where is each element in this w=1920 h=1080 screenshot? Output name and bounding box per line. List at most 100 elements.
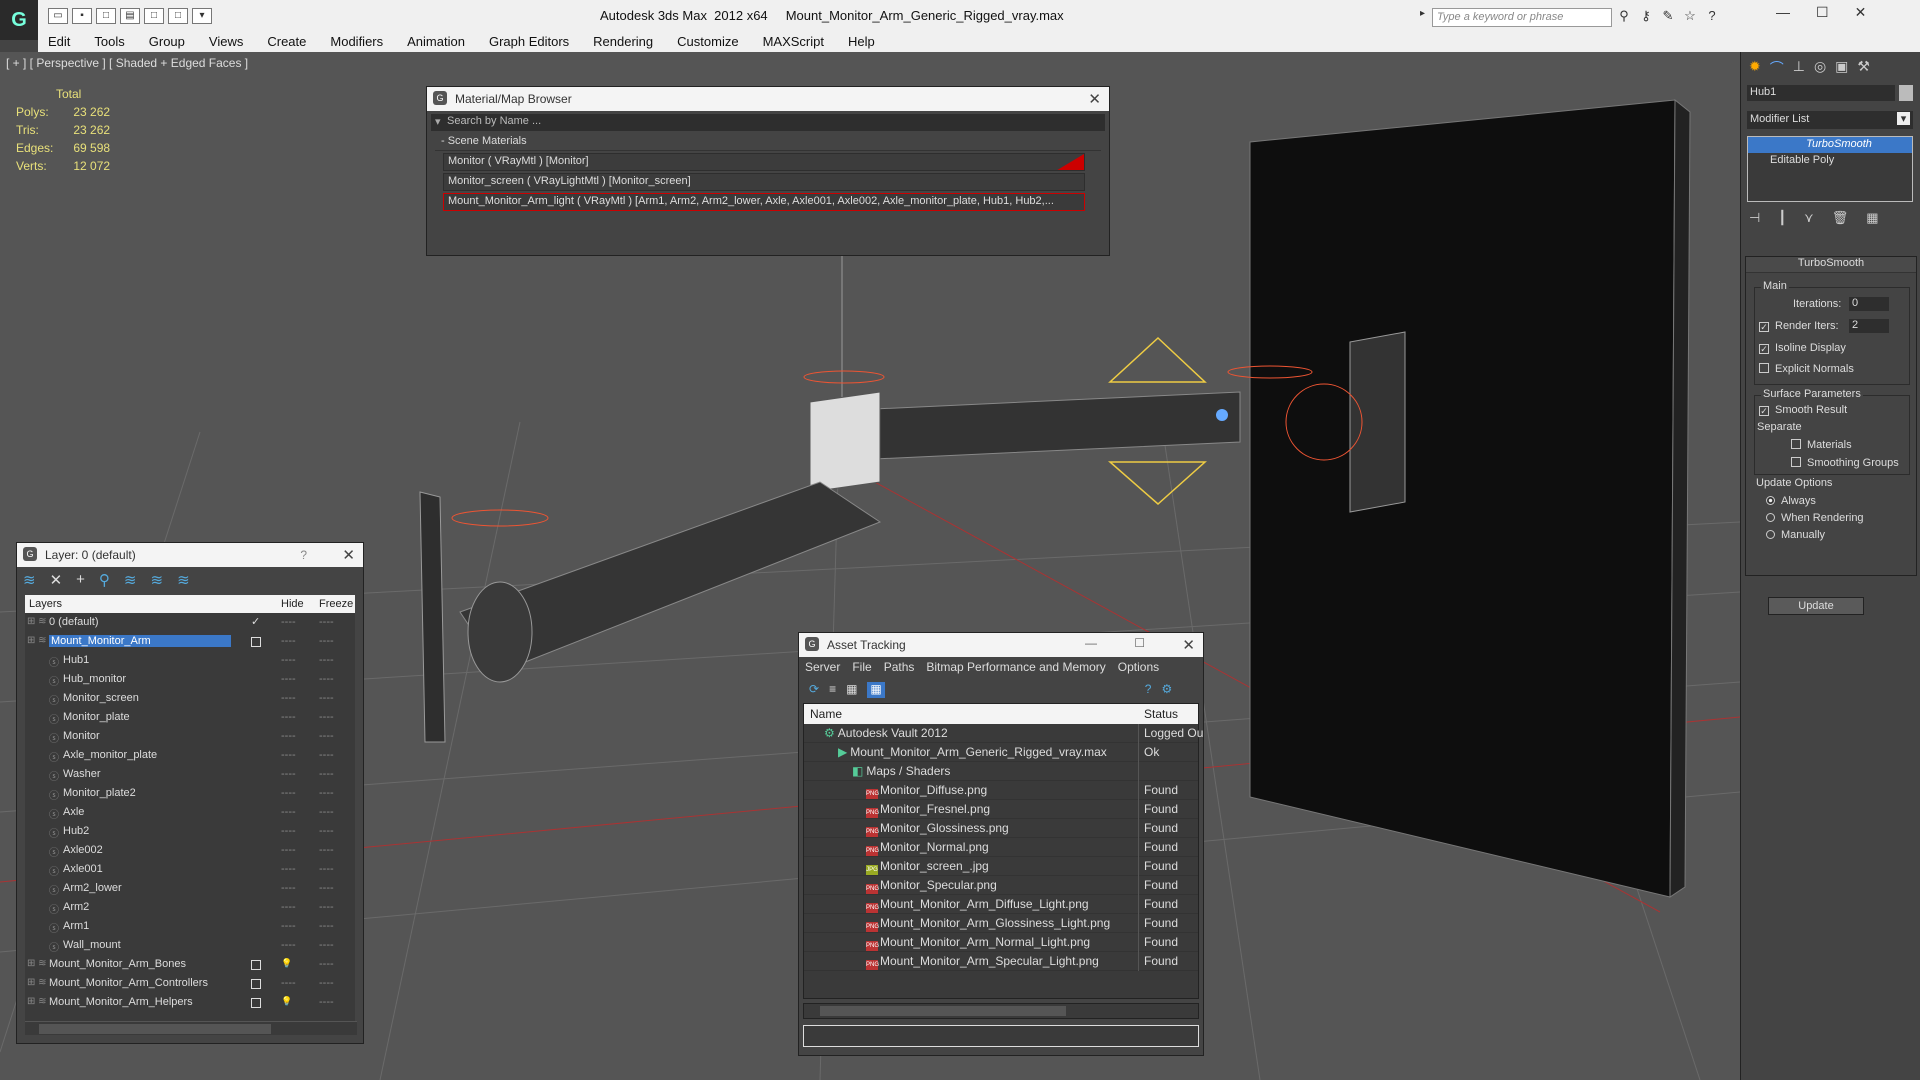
freeze-toggle[interactable]: ---- — [319, 730, 334, 742]
layer-expand-icon[interactable]: ⊞ ≋ — [27, 996, 47, 1007]
freeze-toggle[interactable]: ---- — [319, 654, 334, 666]
freeze-toggle[interactable]: ---- — [319, 863, 334, 875]
hide-toggle[interactable]: 💡 — [281, 958, 292, 969]
horizontal-scrollbar[interactable] — [803, 1003, 1199, 1019]
asset-row[interactable]: PNGMonitor_Normal.png Found — [804, 838, 1198, 857]
move-gizmo-down[interactable] — [1108, 461, 1207, 506]
hide-toggle[interactable]: ---- — [281, 977, 296, 989]
layer-row[interactable]: ⓢ Axle001 ---- ---- — [25, 860, 355, 879]
monitor-back[interactable] — [1249, 99, 1676, 898]
hide-toggle[interactable]: ---- — [281, 901, 296, 913]
freeze-toggle[interactable]: ---- — [319, 692, 334, 704]
hide-toggle[interactable]: ---- — [281, 920, 296, 932]
new-layer-icon[interactable]: ≋ — [23, 571, 36, 591]
scroll-thumb[interactable] — [820, 1006, 1066, 1016]
layer-row[interactable]: ⓢ Monitor_plate2 ---- ---- — [25, 784, 355, 803]
highlight-layer-icon[interactable]: ≋ — [124, 571, 137, 591]
smooth-result-checkbox[interactable]: ✓ Smooth Result — [1759, 404, 1847, 416]
asset-menu-file[interactable]: File — [852, 660, 871, 674]
close-icon[interactable]: ✕ — [1855, 4, 1867, 21]
hide-toggle[interactable]: ---- — [281, 730, 296, 742]
menu-create[interactable]: Create — [257, 32, 320, 52]
key-icon[interactable]: ⚷ — [1638, 8, 1654, 24]
col-layers[interactable]: Layers — [29, 598, 62, 610]
new-scene-icon[interactable]: □ — [96, 8, 116, 24]
layer-expand-icon[interactable]: ⓢ — [49, 901, 59, 916]
layer-row[interactable]: ⓢ Monitor ---- ---- — [25, 727, 355, 746]
layer-row[interactable]: ⊞ ≋ Mount_Monitor_Arm_Bones 💡 ---- — [25, 955, 355, 974]
hide-toggle[interactable]: ---- — [281, 863, 296, 875]
pivot-point[interactable] — [1216, 409, 1228, 421]
col-freeze[interactable]: Freeze — [319, 598, 353, 610]
help-icon[interactable]: ? — [1145, 682, 1152, 698]
asset-menu-server[interactable]: Server — [805, 660, 840, 674]
copy-icon[interactable]: ▤ — [120, 8, 140, 24]
options-icon[interactable]: ⚙ — [1161, 682, 1172, 698]
hide-toggle[interactable]: ---- — [281, 654, 296, 666]
hide-toggle[interactable]: ---- — [281, 711, 296, 723]
always-radio[interactable]: Always — [1766, 495, 1816, 507]
explicit-normals-checkbox[interactable]: Explicit Normals — [1759, 363, 1854, 375]
layer-row[interactable]: ⓢ Monitor_screen ---- ---- — [25, 689, 355, 708]
freeze-toggle[interactable]: ---- — [319, 806, 334, 818]
object-color-swatch[interactable] — [1899, 85, 1913, 101]
col-status[interactable]: Status — [1144, 707, 1178, 721]
layer-expand-icon[interactable]: ⓢ — [49, 863, 59, 878]
show-end-result-icon[interactable]: ┃ — [1778, 210, 1786, 226]
layer-expand-icon[interactable]: ⓢ — [49, 730, 59, 745]
utilities-tab-icon[interactable]: ⚒ — [1857, 58, 1870, 74]
help-icon[interactable]: ? — [1704, 8, 1720, 24]
modifier-list-dropdown[interactable]: Modifier List — [1747, 111, 1913, 129]
freeze-toggle[interactable]: ---- — [319, 825, 334, 837]
dropdown-icon[interactable]: ▾ — [192, 8, 212, 24]
thumbnail-icon[interactable]: ▦ — [846, 682, 857, 698]
hide-all-icon[interactable]: ≋ — [151, 571, 164, 591]
hide-toggle[interactable]: ---- — [281, 844, 296, 856]
rollout-title[interactable]: TurboSmooth — [1746, 257, 1916, 273]
layer-row[interactable]: ⓢ Wall_mount ---- ---- — [25, 936, 355, 955]
pin-stack-icon[interactable]: ⊣ — [1749, 210, 1760, 226]
hide-toggle[interactable]: ---- — [281, 882, 296, 894]
search-input[interactable]: Type a keyword or phrase — [1432, 8, 1612, 27]
hide-toggle[interactable]: ---- — [281, 939, 296, 951]
layer-expand-icon[interactable]: ⓢ — [49, 787, 59, 802]
iterations-spinner[interactable]: 0 — [1849, 297, 1889, 311]
refresh-icon[interactable]: ⟳ — [809, 682, 819, 698]
hide-toggle[interactable]: ---- — [281, 749, 296, 761]
bone-ring[interactable] — [803, 370, 885, 384]
close-icon[interactable]: ✕ — [1088, 90, 1101, 108]
material-item[interactable]: Mount_Monitor_Arm_light ( VRayMtl ) [Arm… — [443, 193, 1085, 211]
list-view-icon[interactable]: ≡ — [829, 682, 836, 698]
display-tab-icon[interactable]: ▣ — [1835, 58, 1848, 74]
binoculars-icon[interactable]: ⚲ — [1616, 8, 1632, 24]
layer-row[interactable]: ⓢ Hub2 ---- ---- — [25, 822, 355, 841]
scene-materials-section[interactable]: - Scene Materials — [435, 135, 1101, 151]
asset-row[interactable]: PNGMonitor_Diffuse.png Found — [804, 781, 1198, 800]
layer-expand-icon[interactable]: ⓢ — [49, 749, 59, 764]
minimize-icon[interactable]: — — [1776, 4, 1790, 21]
layer-row[interactable]: ⓢ Axle ---- ---- — [25, 803, 355, 822]
layer-expand-icon[interactable]: ⊞ ≋ — [27, 635, 47, 646]
freeze-toggle[interactable]: ---- — [319, 673, 334, 685]
modify-tab-icon[interactable]: ⌒ — [1770, 58, 1784, 76]
layer-row[interactable]: ⓢ Hub_monitor ---- ---- — [25, 670, 355, 689]
freeze-toggle[interactable]: ---- — [319, 901, 334, 913]
menu-modifiers[interactable]: Modifiers — [320, 32, 397, 52]
col-hide[interactable]: Hide — [281, 598, 304, 610]
layer-expand-icon[interactable]: ⓢ — [49, 882, 59, 897]
asset-row[interactable]: PNGMount_Monitor_Arm_Glossiness_Light.pn… — [804, 914, 1198, 933]
layer-row[interactable]: ⓢ Arm1 ---- ---- — [25, 917, 355, 936]
layer-expand-icon[interactable]: ⓢ — [49, 920, 59, 935]
hide-toggle[interactable]: ---- — [281, 635, 296, 647]
menu-rendering[interactable]: Rendering — [583, 32, 667, 52]
material-search-input[interactable]: Search by Name ... — [431, 114, 1105, 131]
redo-icon[interactable]: □ — [168, 8, 188, 24]
menu-customize[interactable]: Customize — [667, 32, 752, 52]
hide-toggle[interactable]: ---- — [281, 673, 296, 685]
layer-expand-icon[interactable]: ⓢ — [49, 654, 59, 669]
configure-sets-icon[interactable]: ▦ — [1866, 210, 1878, 226]
scroll-thumb[interactable] — [39, 1024, 271, 1034]
materials-checkbox[interactable]: Materials — [1791, 439, 1852, 451]
menu-help[interactable]: Help — [838, 32, 889, 52]
layer-active-box[interactable] — [251, 979, 261, 989]
